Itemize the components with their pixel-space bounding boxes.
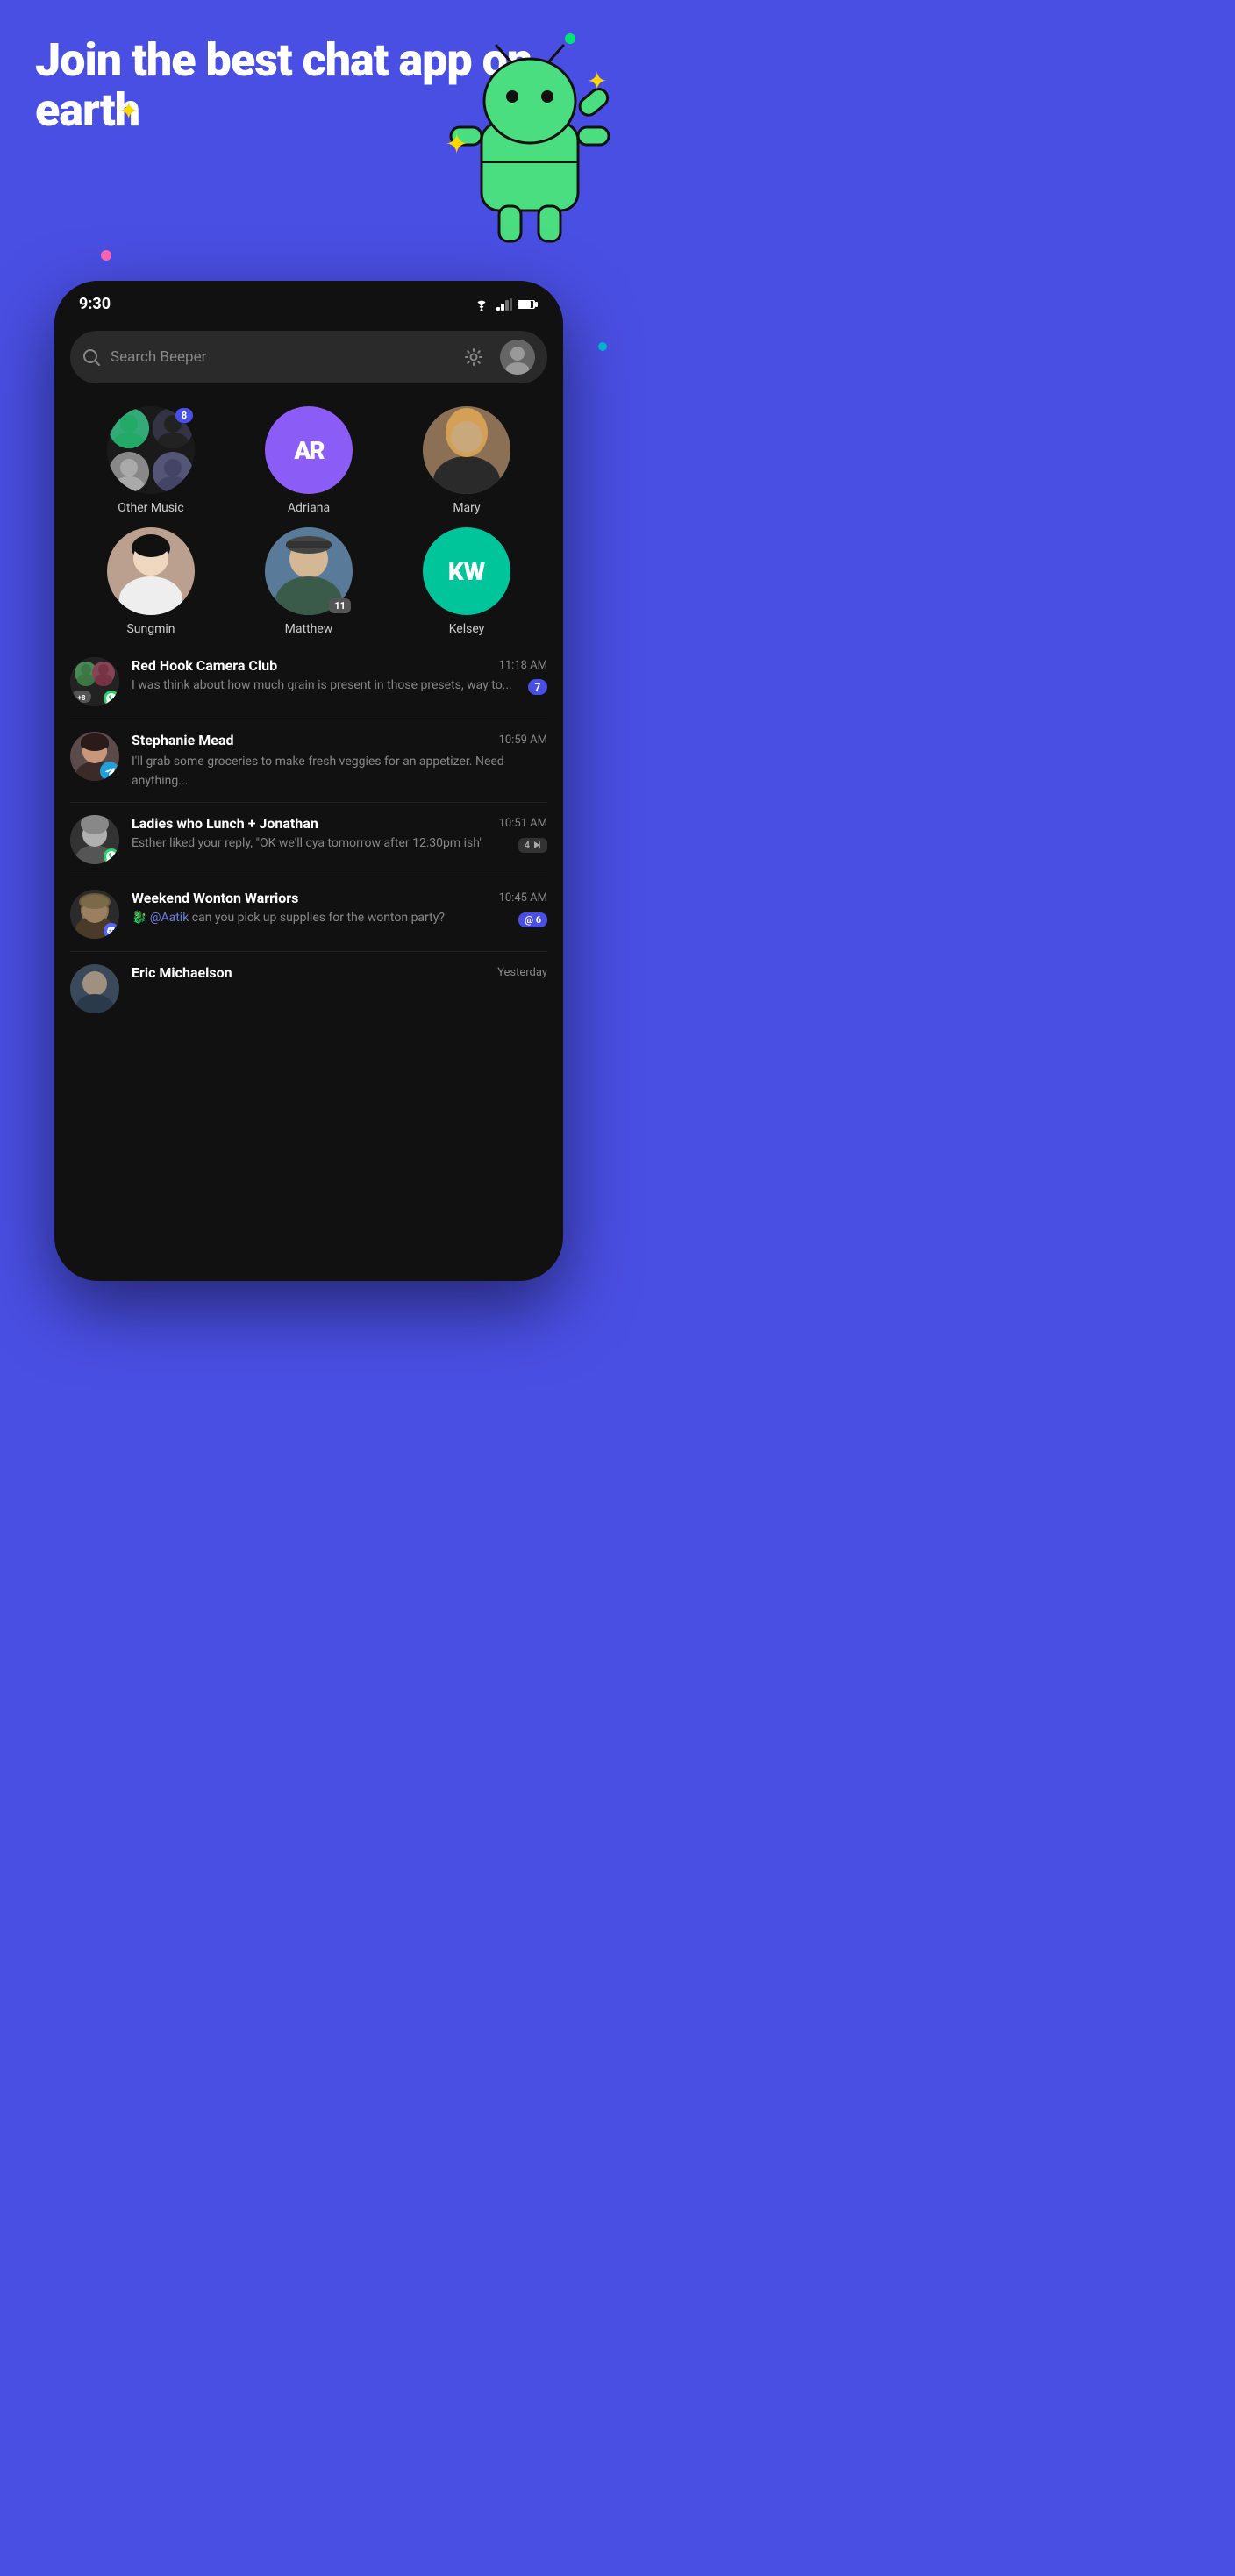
wonton-badge: @ 6 <box>518 912 547 927</box>
other-music-label: Other Music <box>118 501 183 515</box>
chat-item-ladies-lunch[interactable]: Ladies who Lunch + Jonathan 10:51 AM Est… <box>70 803 547 877</box>
story-row-1: 8 Other Music AR Adriana <box>54 397 563 524</box>
whatsapp-icon-red-hook <box>104 691 119 706</box>
sungmin-label: Sungmin <box>126 622 175 636</box>
search-icon <box>82 348 100 366</box>
stephanie-time: 10:59 AM <box>499 733 547 747</box>
stephanie-preview: I'll grab some groceries to make fresh v… <box>132 755 504 788</box>
matthew-badge: 11 <box>329 598 351 613</box>
ladies-lunch-header: Ladies who Lunch + Jonathan 10:51 AM <box>132 815 547 832</box>
dot-pink-decoration <box>101 250 111 261</box>
wonton-avatar <box>70 890 119 939</box>
chat-list: +8 Red Hook Camera Club 11:18 AM I was t… <box>54 645 563 1019</box>
story-item-matthew[interactable]: 11 Matthew <box>256 527 361 636</box>
settings-icon[interactable] <box>458 341 489 373</box>
phone: 9:30 <box>54 281 563 1281</box>
user-avatar-small[interactable] <box>500 340 535 375</box>
mary-avatar <box>423 406 510 494</box>
red-hook-header: Red Hook Camera Club 11:18 AM <box>132 657 547 674</box>
adriana-label: Adriana <box>288 501 330 515</box>
whatsapp-icon-ladies <box>104 848 119 864</box>
stephanie-header: Stephanie Mead 10:59 AM <box>132 732 547 748</box>
camera-notch <box>293 293 325 325</box>
story-item-sungmin[interactable]: Sungmin <box>98 527 203 636</box>
svg-text:✦: ✦ <box>587 67 607 96</box>
stephanie-avatar <box>70 732 119 781</box>
other-music-badge: 8 <box>175 408 193 423</box>
dot-green-decoration <box>565 33 575 44</box>
eric-time: Yesterday <box>497 966 547 979</box>
eric-name: Eric Michaelson <box>132 964 232 981</box>
ladies-lunch-badge: 4 <box>518 838 547 853</box>
story-item-adriana[interactable]: AR Adriana <box>256 406 361 515</box>
chat-item-wonton[interactable]: Weekend Wonton Warriors 10:45 AM 🐉 @Aati… <box>70 877 547 952</box>
sparkle-icon-1: ✦ <box>118 97 139 125</box>
sparkle-icon-2: ✦ <box>445 127 468 161</box>
red-hook-name: Red Hook Camera Club <box>132 657 277 674</box>
chat-item-eric[interactable]: Eric Michaelson Yesterday <box>70 952 547 1019</box>
chat-item-stephanie[interactable]: Stephanie Mead 10:59 AM I'll grab some g… <box>70 719 547 803</box>
red-hook-content: Red Hook Camera Club 11:18 AM I was thin… <box>132 657 547 695</box>
status-time: 9:30 <box>79 295 111 313</box>
ladies-lunch-avatar <box>70 815 119 864</box>
eric-avatar <box>70 964 119 1013</box>
mary-label: Mary <box>453 501 480 515</box>
ladies-lunch-time: 10:51 AM <box>499 817 547 830</box>
wonton-preview: 🐉 @Aatik can you pick up supplies for th… <box>132 910 511 927</box>
stephanie-name: Stephanie Mead <box>132 732 233 748</box>
search-placeholder: Search Beeper <box>111 348 447 366</box>
telegram-icon-stephanie <box>100 762 119 781</box>
svg-text:+8: +8 <box>78 694 86 702</box>
kelsey-label: Kelsey <box>449 622 485 636</box>
red-hook-preview: I was think about how much grain is pres… <box>132 677 521 695</box>
wifi-icon <box>472 297 491 311</box>
red-hook-avatar: +8 <box>70 657 119 706</box>
red-hook-time: 11:18 AM <box>499 659 547 672</box>
stephanie-content: Stephanie Mead 10:59 AM I'll grab some g… <box>132 732 547 790</box>
ladies-lunch-preview: Esther liked your reply, "OK we'll cya t… <box>132 835 511 853</box>
signal-icon <box>496 298 512 311</box>
kelsey-avatar: KW <box>423 527 510 615</box>
sungmin-avatar <box>107 527 195 615</box>
eric-header: Eric Michaelson Yesterday <box>132 964 547 981</box>
ladies-lunch-name: Ladies who Lunch + Jonathan <box>132 815 318 832</box>
search-bar[interactable]: Search Beeper <box>70 331 547 383</box>
matthew-label: Matthew <box>285 622 333 636</box>
chat-item-red-hook[interactable]: +8 Red Hook Camera Club 11:18 AM I was t… <box>70 645 547 719</box>
wonton-content: Weekend Wonton Warriors 10:45 AM 🐉 @Aati… <box>132 890 547 927</box>
dot-teal-decoration <box>598 342 607 351</box>
ladies-lunch-content: Ladies who Lunch + Jonathan 10:51 AM Est… <box>132 815 547 853</box>
wonton-time: 10:45 AM <box>499 891 547 905</box>
discord-icon-wonton <box>104 923 119 939</box>
red-hook-badge: 7 <box>528 679 547 695</box>
story-row-2: Sungmin 11 Matthew <box>54 524 563 645</box>
story-item-kelsey[interactable]: KW Kelsey <box>414 527 519 636</box>
adriana-avatar: AR <box>265 406 353 494</box>
story-item-mary[interactable]: Mary <box>414 406 519 515</box>
wonton-name: Weekend Wonton Warriors <box>132 890 298 906</box>
status-icons <box>472 297 539 311</box>
eric-content: Eric Michaelson Yesterday <box>132 964 547 984</box>
battery-icon <box>518 298 539 311</box>
wonton-header: Weekend Wonton Warriors 10:45 AM <box>132 890 547 906</box>
story-item-other-music[interactable]: 8 Other Music <box>98 406 203 515</box>
